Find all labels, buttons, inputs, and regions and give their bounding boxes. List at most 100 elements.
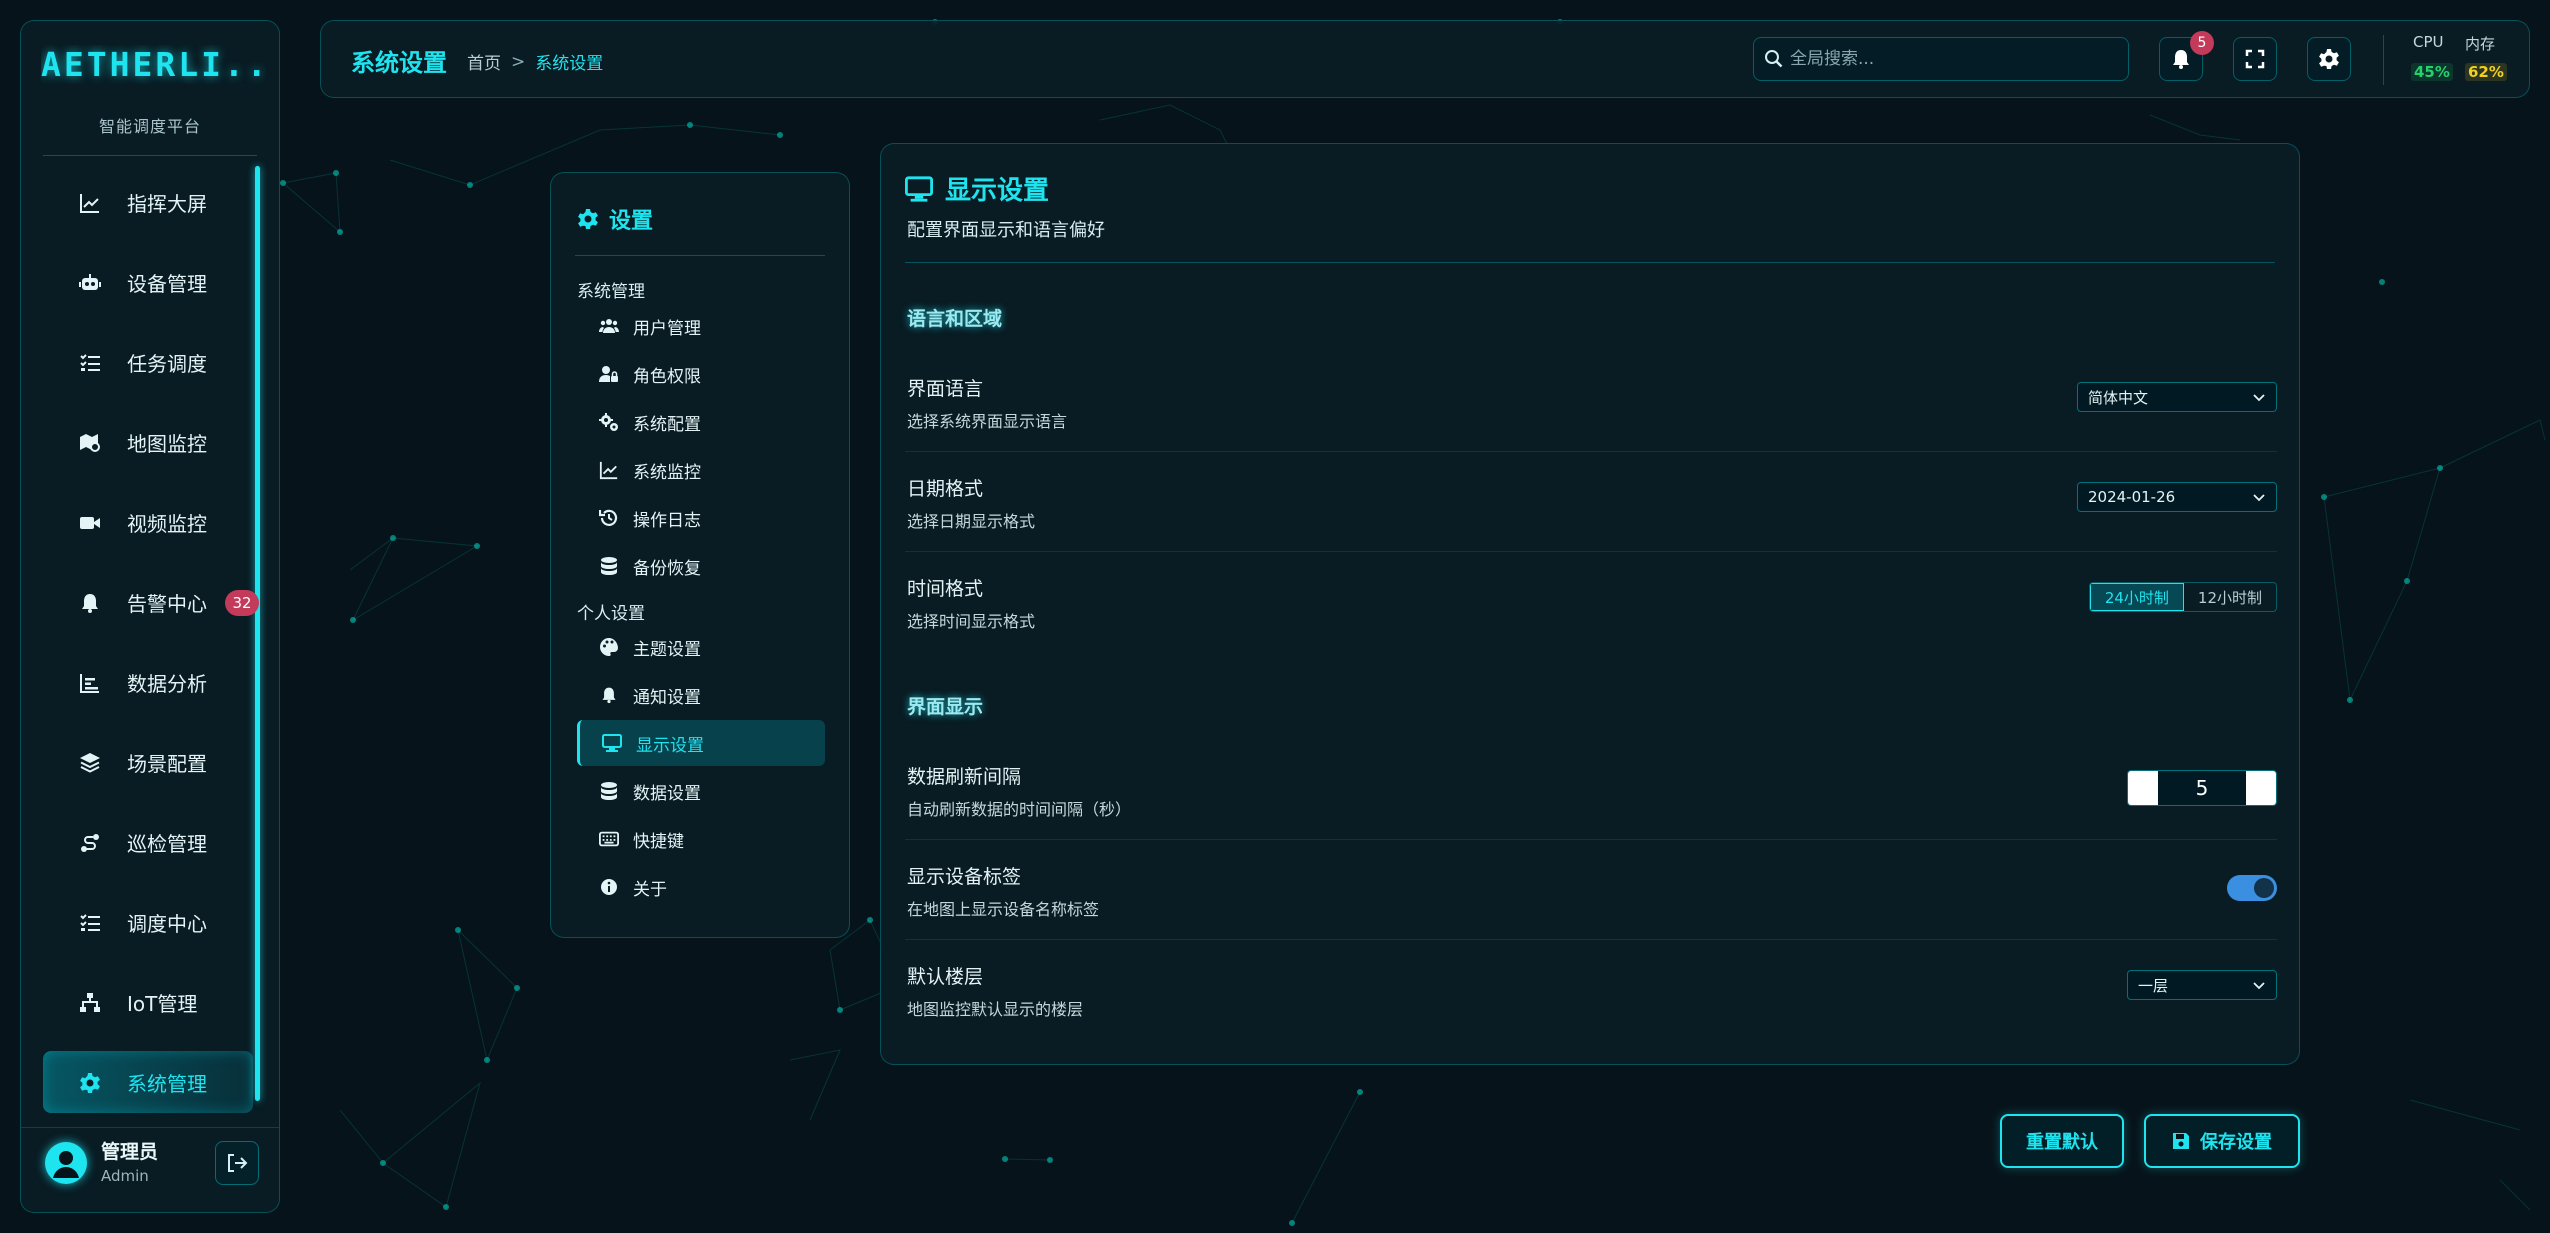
- sidebar-item-label: 巡检管理: [127, 831, 207, 856]
- setting-label: 界面语言: [907, 378, 984, 400]
- refresh-interval-stepper: 5: [2127, 770, 2277, 806]
- notifications-button[interactable]: 5: [2159, 31, 2214, 81]
- setting-label: 显示设备标签: [907, 866, 1022, 888]
- breadcrumb-home[interactable]: 首页: [467, 49, 501, 74]
- sidebar-item-label: 系统管理: [127, 1071, 207, 1096]
- setting-description: 自动刷新数据的时间间隔（秒）: [907, 800, 1132, 819]
- robot-icon: [79, 274, 101, 290]
- section-interface-display: 界面显示: [907, 696, 984, 718]
- menu-title-text: 设置: [609, 209, 654, 234]
- chevron-down-icon: [2253, 982, 2265, 990]
- menu-item-about[interactable]: 关于: [577, 864, 825, 910]
- menu-item-label: 通知设置: [633, 687, 701, 708]
- sidebar-item-devices[interactable]: 设备管理: [43, 251, 253, 313]
- chart-line-icon: [80, 194, 99, 213]
- brand-subtitle: 智能调度平台: [98, 117, 201, 136]
- decrement-button[interactable]: [2128, 771, 2158, 805]
- setting-description: 在地图上显示设备名称标签: [907, 900, 1100, 919]
- menu-item-logs[interactable]: 操作日志: [577, 495, 825, 541]
- divider: [21, 1127, 279, 1128]
- settings-button[interactable]: [2307, 37, 2351, 81]
- search-input[interactable]: [1788, 48, 2112, 70]
- menu-item-shortcuts[interactable]: 快捷键: [577, 816, 825, 862]
- default-floor-select[interactable]: 一层: [2127, 970, 2277, 1000]
- date-format-select[interactable]: 2024-01-26: [2077, 482, 2277, 512]
- desktop-icon: [905, 175, 933, 202]
- chevron-down-icon: [2253, 394, 2265, 402]
- save-settings-button[interactable]: 保存设置: [2144, 1114, 2300, 1168]
- bell-icon: [82, 594, 98, 613]
- sidebar-item-map[interactable]: 地图监控: [43, 411, 253, 473]
- menu-item-label: 数据设置: [633, 783, 701, 804]
- user-icon: [53, 1151, 79, 1178]
- memory-value: 62%: [2465, 63, 2507, 81]
- fullscreen-button[interactable]: [2233, 37, 2277, 81]
- user-role: Admin: [101, 1167, 149, 1185]
- divider: [575, 255, 825, 256]
- cogs-icon: [599, 413, 618, 431]
- menu-item-users[interactable]: 用户管理: [577, 303, 825, 349]
- sidebar-item-label: 数据分析: [127, 671, 207, 696]
- section-language-region: 语言和区域: [907, 308, 1003, 330]
- gear-icon: [2319, 49, 2339, 69]
- sidebar-item-tasks[interactable]: 任务调度: [43, 331, 253, 393]
- task-list-icon: [80, 354, 100, 371]
- cpu-label: CPU: [2413, 33, 2444, 51]
- menu-item-label: 角色权限: [633, 366, 701, 387]
- reset-default-button[interactable]: 重置默认: [2000, 1114, 2124, 1168]
- menu-item-label: 备份恢复: [633, 558, 701, 579]
- setting-row-default-floor: 默认楼层 地图监控默认显示的楼层 一层: [905, 940, 2277, 1040]
- divider: [2383, 35, 2384, 85]
- logout-icon: [228, 1154, 248, 1172]
- setting-label: 时间格式: [907, 578, 984, 600]
- brand-logo: AETHERLI...: [41, 45, 266, 84]
- task-list-icon: [80, 914, 100, 931]
- sidebar-item-iot[interactable]: IoT管理: [43, 971, 253, 1033]
- display-settings-panel: 显示设置 配置界面显示和语言偏好 语言和区域 界面语言 选择系统界面显示语言 简…: [880, 143, 2300, 1065]
- language-select[interactable]: 简体中文: [2077, 382, 2277, 412]
- bell-icon: [602, 687, 616, 704]
- select-value: 2024-01-26: [2088, 488, 2176, 506]
- menu-item-notifications[interactable]: 通知设置: [577, 672, 825, 718]
- sidebar-item-label: 视频监控: [127, 511, 207, 536]
- refresh-interval-value[interactable]: 5: [2158, 771, 2246, 805]
- sidebar-item-video[interactable]: 视频监控: [43, 491, 253, 553]
- logout-button[interactable]: [215, 1141, 259, 1185]
- network-icon: [80, 993, 100, 1012]
- sidebar-scrollbar[interactable]: [255, 166, 260, 1101]
- sidebar-item-dashboard[interactable]: 指挥大屏: [43, 171, 253, 233]
- menu-item-roles[interactable]: 角色权限: [577, 351, 825, 397]
- layers-icon: [80, 753, 100, 773]
- menu-item-config[interactable]: 系统配置: [577, 399, 825, 445]
- keyboard-icon: [599, 831, 619, 847]
- breadcrumb: 首页 > 系统设置: [467, 49, 604, 75]
- sidebar-item-alarms[interactable]: 告警中心 32: [43, 571, 259, 633]
- global-search[interactable]: [1753, 37, 2129, 81]
- avatar[interactable]: [45, 1142, 87, 1184]
- setting-label: 日期格式: [907, 478, 984, 500]
- sidebar-item-scenes[interactable]: 场景配置: [43, 731, 253, 793]
- menu-item-theme[interactable]: 主题设置: [577, 624, 825, 670]
- increment-button[interactable]: [2246, 771, 2276, 805]
- time-format-12h[interactable]: 12小时制: [2184, 583, 2276, 611]
- device-labels-switch[interactable]: [2227, 875, 2277, 901]
- menu-item-data[interactable]: 数据设置: [577, 768, 825, 814]
- sidebar-item-label: 任务调度: [127, 351, 207, 376]
- setting-label: 默认楼层: [907, 966, 984, 988]
- breadcrumb-current: 系统设置: [535, 54, 604, 74]
- time-format-24h[interactable]: 24小时制: [2089, 583, 2184, 611]
- menu-item-display[interactable]: 显示设置: [577, 720, 825, 766]
- route-icon: [81, 834, 99, 852]
- sidebar-item-analytics[interactable]: 数据分析: [43, 651, 253, 713]
- menu-item-backup[interactable]: 备份恢复: [577, 543, 825, 589]
- menu-item-monitor[interactable]: 系统监控: [577, 447, 825, 493]
- save-icon: [2173, 1133, 2189, 1149]
- sidebar-item-label: 场景配置: [127, 751, 207, 776]
- sidebar-item-system[interactable]: 系统管理: [43, 1051, 253, 1113]
- menu-group-personal: 个人设置: [577, 604, 645, 624]
- map-pin-icon: [80, 434, 100, 452]
- sidebar-item-label: 设备管理: [127, 271, 207, 296]
- sidebar-item-dispatch[interactable]: 调度中心: [43, 891, 253, 953]
- sidebar-item-patrol[interactable]: 巡检管理: [43, 811, 253, 873]
- breadcrumb-separator: >: [511, 51, 526, 72]
